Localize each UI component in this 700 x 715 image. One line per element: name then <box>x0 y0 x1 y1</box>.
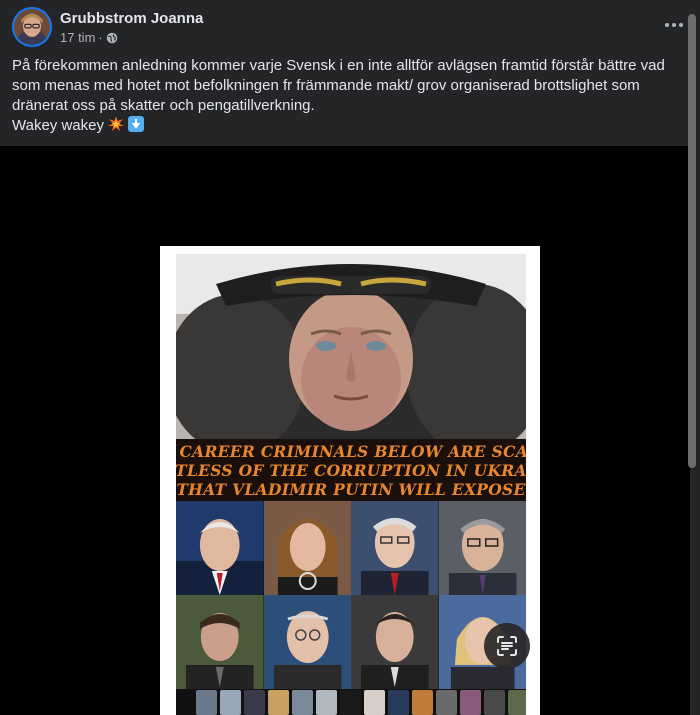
thumbnail <box>364 690 385 715</box>
globe-icon <box>106 32 117 43</box>
thumbnail <box>268 690 289 715</box>
collision-emoji-icon <box>108 116 125 131</box>
post-text: På förekommen anledning kommer varje Sve… <box>12 56 676 136</box>
thumbnail <box>412 690 433 715</box>
thumbnail <box>460 690 481 715</box>
post-text-wakey: Wakey wakey <box>12 117 104 134</box>
face-photo <box>351 595 439 689</box>
more-horizontal-icon-dot <box>672 23 676 27</box>
headline-line-2: shitless of the corruption in Ukraine <box>176 460 526 480</box>
more-options-button[interactable] <box>660 13 688 37</box>
face-photo <box>176 501 264 595</box>
thumbnail <box>196 690 217 715</box>
post-media[interactable]: The career criminals below are scared sh… <box>0 146 690 715</box>
meme-image: The career criminals below are scared sh… <box>176 254 526 715</box>
post-text-footer: Wakey wakey <box>12 116 676 136</box>
visual-search-button[interactable] <box>484 623 530 669</box>
face-photo <box>351 501 439 595</box>
thumbnail <box>340 690 361 715</box>
face-photo <box>263 595 351 689</box>
post-meta: 17 tim · <box>60 30 118 45</box>
post-card: Grubbstrom Joanna 17 tim · På förekommen… <box>0 0 700 715</box>
face-photo <box>438 501 526 595</box>
thumbnail <box>484 690 505 715</box>
more-horizontal-icon <box>665 23 669 27</box>
thumbnail <box>244 690 265 715</box>
thumbnail <box>508 690 526 715</box>
meme-headline: The career criminals below are scared sh… <box>176 439 526 501</box>
author-avatar[interactable] <box>12 7 52 47</box>
post-photo[interactable]: The career criminals below are scared sh… <box>160 246 540 715</box>
face-photo <box>176 595 264 689</box>
thumbnail <box>436 690 457 715</box>
post-timestamp[interactable]: 17 tim <box>60 30 95 45</box>
post-text-body: På förekommen anledning kommer varje Sve… <box>12 57 665 114</box>
author-name[interactable]: Grubbstrom Joanna <box>60 10 203 27</box>
visual-search-icon <box>497 636 517 656</box>
portrait-image <box>176 254 526 439</box>
down-arrow-emoji-icon <box>128 116 145 132</box>
thumbnail <box>220 690 241 715</box>
headline-line-3: that Vladimir Putin will expose <box>176 479 526 499</box>
thumbnail-strip <box>196 690 526 715</box>
more-horizontal-icon-dot <box>679 23 683 27</box>
scrollbar-thumb[interactable] <box>688 14 696 468</box>
face-photo <box>263 501 351 595</box>
headline-line-1: The career criminals below are scared <box>176 441 526 461</box>
thumbnail <box>388 690 409 715</box>
thumbnail <box>316 690 337 715</box>
meta-separator: · <box>98 30 103 45</box>
scrollbar[interactable] <box>688 0 696 715</box>
thumbnail <box>292 690 313 715</box>
faces-grid <box>176 501 526 715</box>
post-header: Grubbstrom Joanna 17 tim · <box>12 7 688 49</box>
